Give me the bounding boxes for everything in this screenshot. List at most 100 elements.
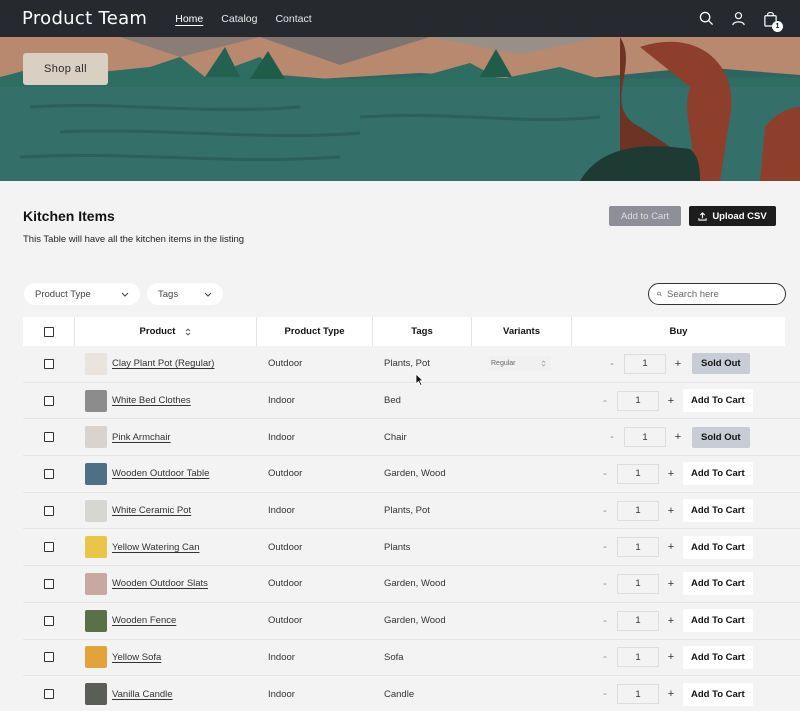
quantity-field[interactable]: 1 (624, 353, 666, 374)
qty-increment-button[interactable]: + (664, 395, 678, 407)
product-name-link[interactable]: Wooden Outdoor Slats (112, 578, 208, 589)
quantity-field[interactable]: 1 (617, 500, 659, 521)
product-cell: Vanilla Candle (75, 683, 257, 706)
add-to-cart-button[interactable]: Add To Cart (683, 609, 753, 633)
add-to-cart-button[interactable]: Add To Cart (683, 499, 753, 523)
buy-cell: - 1 + Add To Cart (598, 645, 753, 669)
product-name-link[interactable]: Wooden Fence (112, 615, 176, 626)
variant-select-value: Regular (491, 360, 516, 368)
product-name-link[interactable]: White Bed Clothes (112, 395, 191, 406)
select-all-checkbox[interactable] (43, 326, 54, 337)
nav-contact[interactable]: Contact (275, 13, 311, 25)
nav-home[interactable]: Home (175, 13, 203, 25)
quantity-field[interactable]: 1 (617, 390, 659, 411)
row-checkbox[interactable] (44, 542, 54, 553)
product-type-filter[interactable]: Product Type (24, 283, 140, 305)
account-icon[interactable] (730, 11, 746, 27)
row-checkbox[interactable] (44, 652, 54, 663)
qty-decrement-button[interactable]: - (605, 358, 619, 370)
qty-decrement-button[interactable]: - (598, 615, 612, 627)
qty-increment-button[interactable]: + (664, 541, 678, 553)
qty-decrement-button[interactable]: - (598, 651, 612, 663)
add-selected-to-cart-button[interactable]: Add to Cart (609, 206, 681, 226)
qty-decrement-button[interactable]: - (605, 431, 619, 443)
row-checkbox[interactable] (44, 468, 54, 479)
qty-decrement-button[interactable]: - (598, 688, 612, 700)
product-name-link[interactable]: Yellow Sofa (112, 652, 161, 663)
row-checkbox[interactable] (44, 689, 54, 700)
sold-out-button[interactable]: Sold Out (692, 353, 750, 375)
qty-decrement-button[interactable]: - (598, 505, 612, 517)
product-cell: Clay Plant Pot (Regular) (75, 352, 257, 375)
upload-csv-button[interactable]: Upload CSV (689, 206, 776, 226)
sold-out-button[interactable]: Sold Out (692, 426, 750, 448)
add-to-cart-button[interactable]: Add To Cart (683, 535, 753, 559)
row-select-cell (23, 689, 75, 700)
row-checkbox[interactable] (44, 505, 54, 516)
product-cell: Pink Armchair (75, 426, 257, 449)
add-to-cart-button[interactable]: Add To Cart (683, 389, 753, 413)
product-name-link[interactable]: Pink Armchair (112, 432, 171, 443)
quantity-field[interactable]: 1 (617, 647, 659, 668)
sort-icon[interactable] (185, 327, 191, 336)
tags-cell: Sofa (384, 651, 404, 663)
qty-increment-button[interactable]: + (664, 615, 678, 627)
variant-select[interactable]: Regular (489, 356, 551, 372)
product-name-link[interactable]: Yellow Watering Can (112, 542, 199, 553)
table-row: Wooden Outdoor Slats Outdoor Garden, Woo… (23, 566, 800, 603)
product-thumbnail (85, 536, 107, 559)
buy-cell: - 1 + Add To Cart (598, 389, 753, 413)
product-cell: Wooden Outdoor Table (75, 462, 257, 485)
quantity-field[interactable]: 1 (617, 684, 659, 705)
column-header-product-type: Product Type (257, 317, 373, 346)
quantity-field[interactable]: 1 (617, 610, 659, 631)
row-select-cell (23, 468, 75, 479)
qty-increment-button[interactable]: + (664, 651, 678, 663)
product-name-link[interactable]: Wooden Outdoor Table (112, 468, 209, 479)
qty-decrement-button[interactable]: - (598, 468, 612, 480)
tags-filter-label: Tags (158, 288, 179, 300)
tags-filter[interactable]: Tags (147, 283, 223, 305)
product-thumbnail (85, 389, 107, 412)
add-to-cart-button[interactable]: Add To Cart (683, 572, 753, 596)
bag-icon[interactable]: 1 (762, 11, 783, 32)
qty-increment-button[interactable]: + (664, 468, 678, 480)
quantity-field[interactable]: 1 (617, 537, 659, 558)
add-to-cart-button[interactable]: Add To Cart (683, 645, 753, 669)
product-thumbnail (85, 683, 107, 706)
quantity-field[interactable]: 1 (617, 573, 659, 594)
site-header: Product Team Home Catalog Contact 1 (0, 0, 800, 37)
qty-increment-button[interactable]: + (664, 688, 678, 700)
row-checkbox[interactable] (44, 578, 54, 589)
brand-logo[interactable]: Product Team (22, 8, 147, 29)
qty-decrement-button[interactable]: - (598, 395, 612, 407)
column-header-product[interactable]: Product (75, 317, 257, 346)
row-checkbox[interactable] (44, 615, 54, 626)
row-select-cell (23, 395, 75, 406)
quantity-field[interactable]: 1 (617, 463, 659, 484)
product-name-link[interactable]: Vanilla Candle (112, 689, 173, 700)
search-input[interactable] (667, 288, 777, 300)
qty-increment-button[interactable]: + (664, 505, 678, 517)
row-checkbox[interactable] (44, 395, 54, 406)
product-name-link[interactable]: White Ceramic Pot (112, 505, 191, 516)
qty-increment-button[interactable]: + (671, 431, 685, 443)
product-type-filter-label: Product Type (35, 288, 91, 300)
product-cell: White Bed Clothes (75, 389, 257, 412)
row-checkbox[interactable] (44, 358, 54, 369)
product-name-link[interactable]: Clay Plant Pot (Regular) (112, 358, 214, 369)
shop-all-button[interactable]: Shop all (23, 53, 108, 85)
row-select-cell (23, 615, 75, 626)
row-checkbox[interactable] (44, 432, 54, 443)
quantity-field[interactable]: 1 (624, 427, 666, 448)
nav-catalog[interactable]: Catalog (221, 13, 257, 25)
search-icon[interactable] (698, 11, 714, 27)
qty-increment-button[interactable]: + (671, 358, 685, 370)
buy-cell: - 1 + Add To Cart (598, 535, 753, 559)
qty-decrement-button[interactable]: - (598, 541, 612, 553)
product-type-cell: Outdoor (268, 541, 303, 553)
qty-increment-button[interactable]: + (664, 578, 678, 590)
add-to-cart-button[interactable]: Add To Cart (683, 682, 753, 706)
add-to-cart-button[interactable]: Add To Cart (683, 462, 753, 486)
qty-decrement-button[interactable]: - (598, 578, 612, 590)
